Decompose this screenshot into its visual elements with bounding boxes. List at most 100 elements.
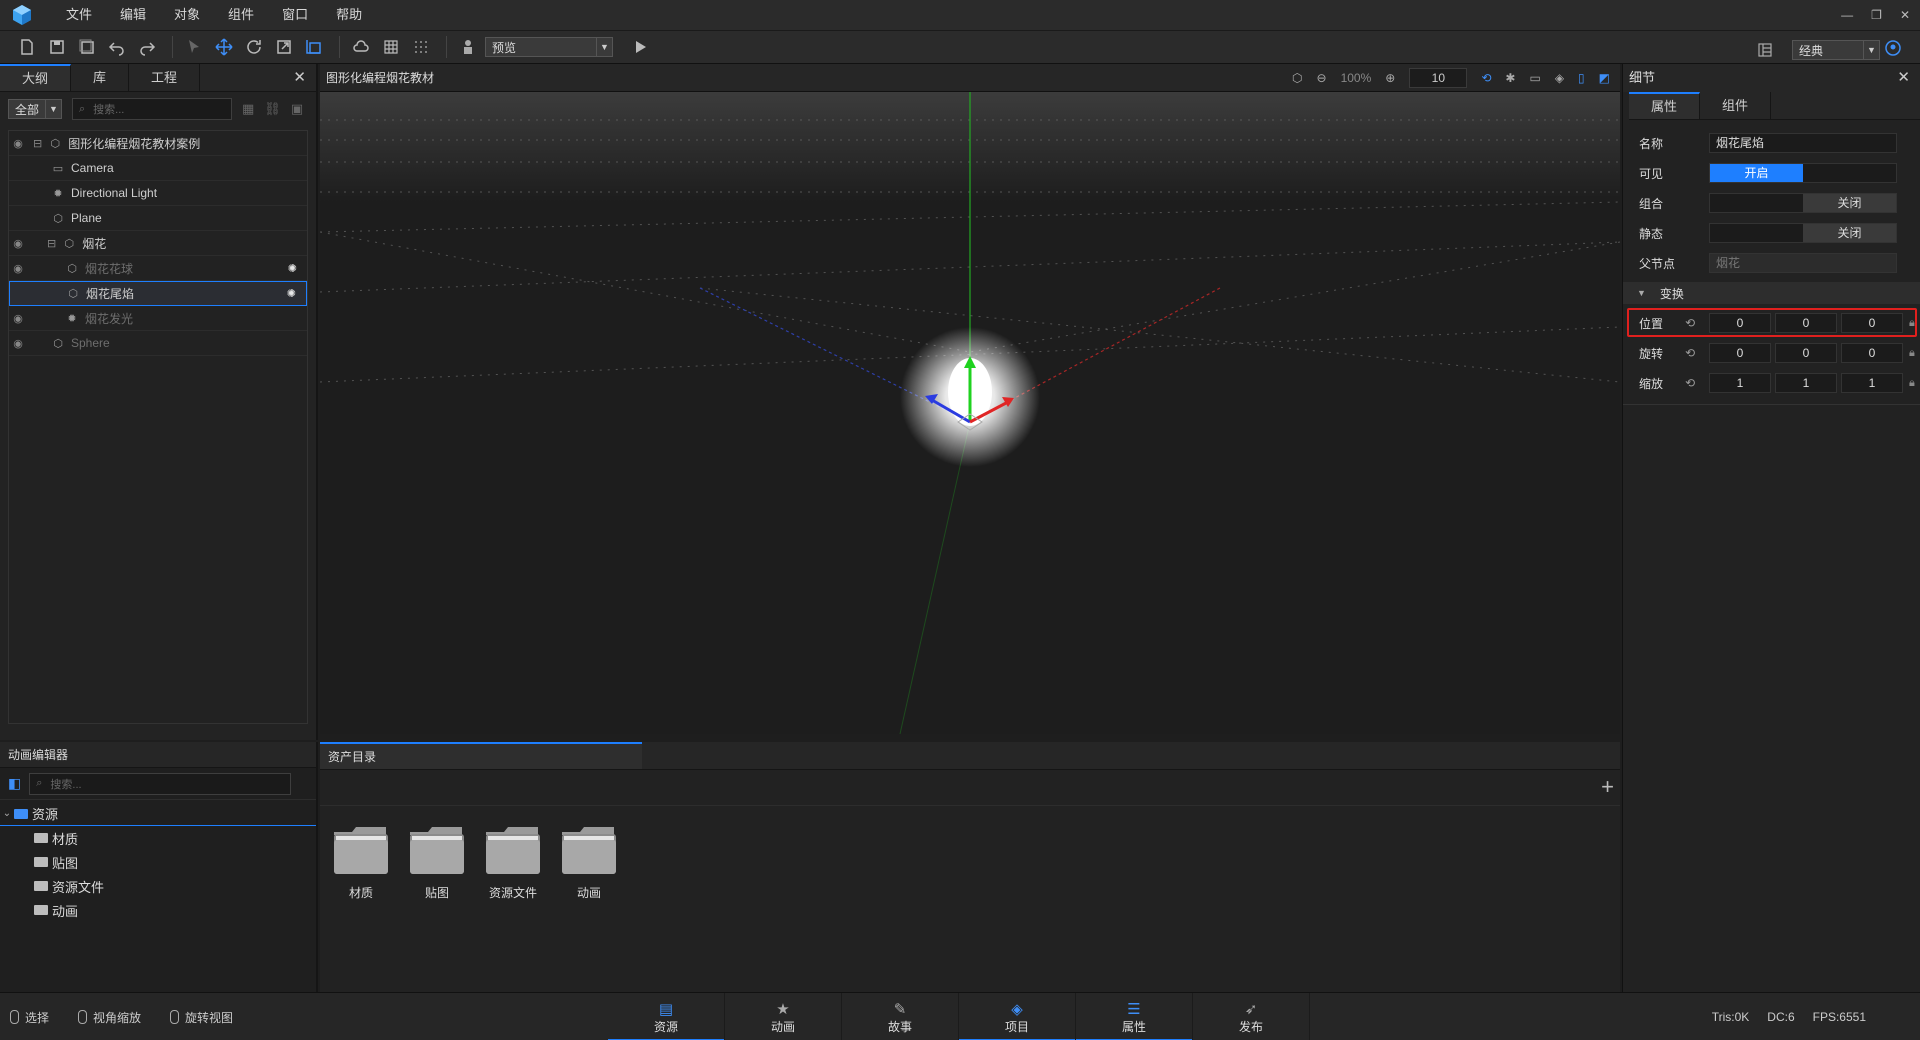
asset-folder-tile[interactable]: 贴图 <box>408 824 466 901</box>
link-icon[interactable]: ⛓ <box>264 101 281 117</box>
tab-components[interactable]: 组件 <box>1700 92 1772 119</box>
rotation-z-input[interactable]: 0 <box>1841 343 1903 363</box>
layout-select[interactable]: 经典 ▼ <box>1792 40 1880 60</box>
play-icon[interactable] <box>627 34 653 60</box>
tree-node[interactable]: ⬡ 烟花尾焰 ✺ <box>9 281 307 306</box>
grid-size-input[interactable]: 10 <box>1409 68 1468 88</box>
menu-component[interactable]: 组件 <box>214 0 268 30</box>
fullscreen-icon[interactable]: ◩ <box>1599 71 1610 85</box>
transform-section-header[interactable]: ▼ 变换 <box>1623 282 1920 304</box>
position-z-input[interactable]: 0 <box>1841 313 1903 333</box>
cube-view-icon[interactable]: ◈ <box>1555 71 1564 85</box>
group-toggle-on[interactable] <box>1710 194 1803 212</box>
select-tool-icon[interactable] <box>181 34 207 60</box>
static-toggle-off[interactable]: 关闭 <box>1803 224 1896 242</box>
menu-file[interactable]: 文件 <box>52 0 106 30</box>
tab-library[interactable]: 库 <box>71 64 130 91</box>
minimize-icon[interactable]: — <box>1841 8 1853 22</box>
reset-icon[interactable]: ⟲ <box>1685 346 1701 360</box>
collapse-icon[interactable]: ▣ <box>291 101 303 117</box>
asset-folder-tile[interactable]: 资源文件 <box>484 824 542 901</box>
visibility-eye-icon[interactable]: ◉ <box>9 312 27 325</box>
asset-folder-tile[interactable]: 材质 <box>332 824 390 901</box>
bottom-tab[interactable]: ★ 动画 <box>725 993 842 1040</box>
visibility-eye-icon[interactable]: ◉ <box>9 262 27 275</box>
static-toggle-on[interactable] <box>1710 224 1803 242</box>
scale-x-input[interactable]: 1 <box>1709 373 1771 393</box>
static-toggle[interactable]: 关闭 <box>1709 223 1897 243</box>
character-icon[interactable] <box>455 34 481 60</box>
menu-window[interactable]: 窗口 <box>268 0 322 30</box>
resource-folder[interactable]: 动画 <box>0 898 316 922</box>
outline-filter-select[interactable]: 全部 ▼ <box>8 99 62 119</box>
perspective-icon[interactable]: ▯ <box>1578 71 1585 85</box>
tree-node[interactable]: ◉ ⬡ Sphere <box>9 331 307 356</box>
menu-edit[interactable]: 编辑 <box>106 0 160 30</box>
tab-outline[interactable]: 大纲 <box>0 64 72 91</box>
tree-node[interactable]: ⬡ Plane <box>9 206 307 231</box>
save-icon[interactable] <box>44 34 70 60</box>
reset-icon[interactable]: ⟲ <box>1685 376 1701 390</box>
close-icon[interactable]: ✕ <box>1897 64 1910 92</box>
resource-folder[interactable]: 贴图 <box>0 850 316 874</box>
position-x-input[interactable]: 0 <box>1709 313 1771 333</box>
asset-folder-tile[interactable]: 动画 <box>560 824 618 901</box>
close-window-icon[interactable]: ✕ <box>1900 8 1910 22</box>
visible-toggle-off[interactable] <box>1803 164 1896 182</box>
zoom-in-icon[interactable]: ⊕ <box>1385 71 1395 85</box>
lock-icon[interactable]: 🔒︎ <box>1909 377 1915 390</box>
tree-node[interactable]: ◉ ✹ 烟花发光 <box>9 306 307 331</box>
tab-project[interactable]: 工程 <box>129 64 201 91</box>
script-bug-icon[interactable]: ✺ <box>288 262 297 275</box>
tab-properties[interactable]: 属性 <box>1629 92 1701 119</box>
chevron-down-icon[interactable]: ⌄ <box>0 808 14 819</box>
bottom-tab[interactable]: ◈ 项目 <box>959 993 1076 1040</box>
scale-tool-icon[interactable] <box>271 34 297 60</box>
tree-node[interactable]: ◉ ⊟ ⬡ 烟花 <box>9 231 307 256</box>
preview-mode-select[interactable]: 预览 ▼ <box>485 37 613 57</box>
collapse-toggle-icon[interactable]: ⊟ <box>33 137 42 150</box>
zoom-out-icon[interactable]: ⊖ <box>1317 71 1327 85</box>
tree-node[interactable]: ◉ ⬡ 烟花花球 ✺ <box>9 256 307 281</box>
script-bug-icon[interactable]: ✺ <box>287 287 296 300</box>
group-toggle[interactable]: 关闭 <box>1709 193 1897 213</box>
scale-z-input[interactable]: 1 <box>1841 373 1903 393</box>
resource-folder[interactable]: 材质 <box>0 826 316 850</box>
camera-view-icon[interactable]: ▭ <box>1529 71 1540 85</box>
panel-toggle-icon[interactable]: ◧ <box>8 775 21 792</box>
undo-icon[interactable] <box>104 34 130 60</box>
visible-toggle-on[interactable]: 开启 <box>1710 164 1803 182</box>
layout-icon[interactable] <box>1752 37 1778 63</box>
account-icon[interactable] <box>1880 35 1906 61</box>
scale-y-input[interactable]: 1 <box>1775 373 1837 393</box>
redo-icon[interactable] <box>134 34 160 60</box>
resource-folder[interactable]: 资源文件 <box>0 874 316 898</box>
cloud-icon[interactable] <box>348 34 374 60</box>
rotate-tool-icon[interactable] <box>241 34 267 60</box>
position-y-input[interactable]: 0 <box>1775 313 1837 333</box>
name-field[interactable]: 烟花尾焰 <box>1709 133 1897 153</box>
bottom-tab[interactable]: ✎ 故事 <box>842 993 959 1040</box>
bottom-tab[interactable]: ☰ 属性 <box>1076 993 1193 1040</box>
resource-root[interactable]: ⌄ 资源 <box>0 802 316 826</box>
tab-asset-directory[interactable]: 资产目录 <box>320 742 642 769</box>
outline-search-input[interactable]: ⌕ 搜索... <box>72 98 232 120</box>
new-file-icon[interactable] <box>14 34 40 60</box>
menu-help[interactable]: 帮助 <box>322 0 376 30</box>
visibility-eye-icon[interactable]: ◉ <box>9 337 27 350</box>
rotation-y-input[interactable]: 0 <box>1775 343 1837 363</box>
rotation-x-input[interactable]: 0 <box>1709 343 1771 363</box>
transform-space-icon[interactable] <box>301 34 327 60</box>
menu-object[interactable]: 对象 <box>160 0 214 30</box>
collapse-toggle-icon[interactable]: ⊟ <box>47 237 56 250</box>
tree-node[interactable]: ✹ Directional Light <box>9 181 307 206</box>
group-toggle-off[interactable]: 关闭 <box>1803 194 1896 212</box>
settings-gear-icon[interactable]: ✱ <box>1505 71 1515 85</box>
visibility-eye-icon[interactable]: ◉ <box>9 237 27 250</box>
lock-icon[interactable]: 🔒︎ <box>1909 347 1915 360</box>
add-icon[interactable]: + <box>1601 776 1614 798</box>
reset-icon[interactable]: ⟲ <box>1685 316 1701 330</box>
animation-search-input[interactable]: ⌕ 搜索... <box>29 772 292 795</box>
bottom-tab[interactable]: ➶ 发布 <box>1193 993 1310 1040</box>
scene-viewport[interactable] <box>320 92 1620 734</box>
